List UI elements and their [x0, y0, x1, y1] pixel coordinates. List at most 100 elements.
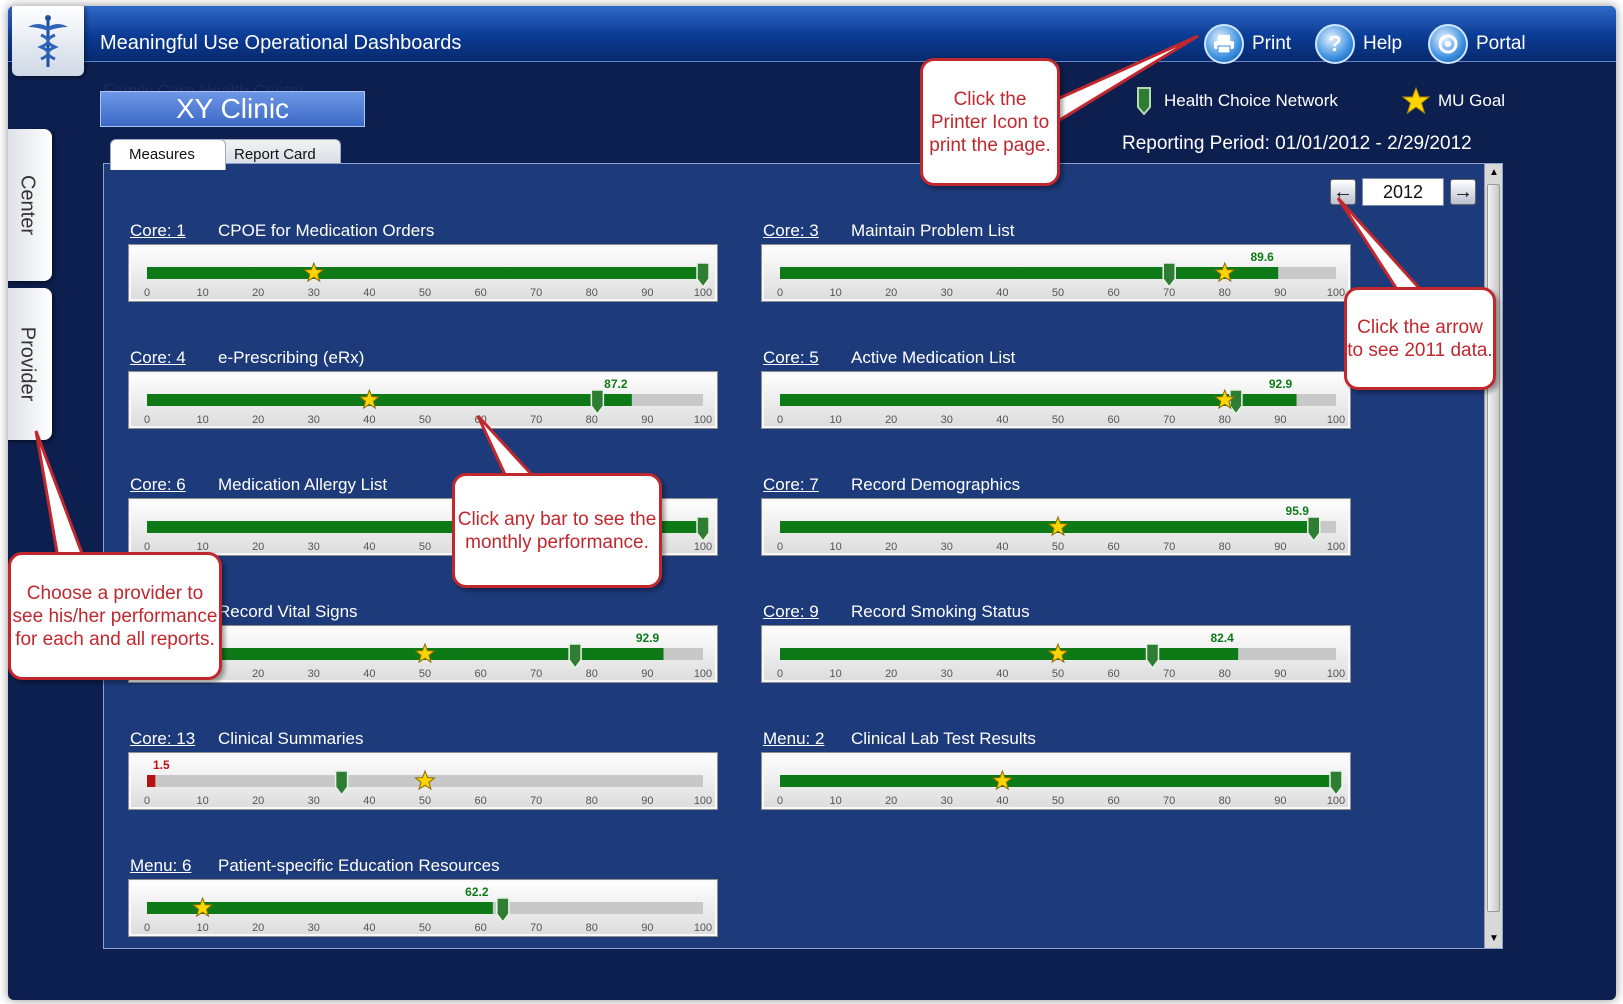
- performance-bar[interactable]: [780, 521, 1314, 533]
- year-field[interactable]: 2012: [1362, 178, 1444, 206]
- axis-tick-label: 20: [252, 287, 264, 299]
- prev-year-arrow-icon[interactable]: ←: [1330, 179, 1356, 205]
- measure-code-link[interactable]: Core: 1: [130, 221, 218, 241]
- measure-gauge[interactable]: 0 10 20 30 40 50 60 70 80 90 100 87.2: [128, 371, 718, 429]
- help-label[interactable]: Help: [1363, 33, 1402, 55]
- print-button[interactable]: Print: [1204, 24, 1291, 64]
- axis-tick-label: 40: [996, 795, 1008, 807]
- axis-tick-label: 40: [996, 668, 1008, 680]
- performance-bar[interactable]: [780, 648, 1239, 660]
- portal-button[interactable]: Portal: [1428, 24, 1526, 64]
- axis-tick-label: 60: [1107, 541, 1119, 553]
- vertical-scrollbar[interactable]: ▲ ▼: [1484, 164, 1502, 948]
- star-icon: [1402, 87, 1430, 115]
- callout-arrow: Click the arrow to see 2011 data.: [1344, 287, 1496, 390]
- measure-code-link[interactable]: Core: 4: [130, 348, 218, 368]
- gauge-chart[interactable]: 0 10 20 30 40 50 60 70 80 90 100: [129, 245, 719, 303]
- axis-tick-label: 30: [308, 922, 320, 934]
- axis-tick-label: 40: [996, 287, 1008, 299]
- measure-gauge[interactable]: 0 10 20 30 40 50 60 70 80 90 100 92.9: [761, 371, 1351, 429]
- axis-tick-label: 0: [777, 287, 783, 299]
- gauge-chart[interactable]: 0 10 20 30 40 50 60 70 80 90 100 89.6: [762, 245, 1352, 303]
- next-year-arrow-icon[interactable]: →: [1450, 179, 1476, 205]
- gauge-chart[interactable]: 0 10 20 30 40 50 60 70 80 90 100 95.9: [762, 499, 1352, 557]
- measure-header: Core: 5 Active Medication List: [763, 348, 1015, 368]
- measure-code-link[interactable]: Core: 13: [130, 729, 218, 749]
- gauge-chart[interactable]: 0 10 20 30 40 50 60 70 80 90 100: [762, 753, 1352, 811]
- measure-code-link[interactable]: Core: 7: [763, 475, 851, 495]
- gauge-chart[interactable]: 0 10 20 30 40 50 60 70 80 90 100 87.2: [129, 372, 719, 430]
- legend-network-label: Health Choice Network: [1164, 91, 1338, 110]
- performance-bar[interactable]: [147, 394, 632, 406]
- print-label[interactable]: Print: [1252, 33, 1291, 55]
- value-label: 62.2: [465, 885, 489, 899]
- measure-code-link[interactable]: Menu: 2: [763, 729, 851, 749]
- axis-tick-label: 90: [641, 795, 653, 807]
- measure-name: Record Vital Signs: [218, 602, 358, 621]
- axis-tick-label: 70: [530, 795, 542, 807]
- axis-tick-label: 100: [694, 795, 712, 807]
- axis-tick-label: 40: [363, 287, 375, 299]
- side-tab-center[interactable]: Center: [8, 129, 52, 281]
- measure-name: Clinical Lab Test Results: [851, 729, 1036, 748]
- axis-tick-label: 100: [1327, 668, 1345, 680]
- measure-gauge[interactable]: 0 10 20 30 40 50 60 70 80 90 100 95.9: [761, 498, 1351, 556]
- help-icon[interactable]: ?: [1315, 24, 1355, 64]
- network-marker-icon: [1307, 516, 1321, 543]
- gauge-chart[interactable]: 0 10 20 30 40 50 60 70 80 90 100 1.5: [129, 753, 719, 811]
- axis-tick-label: 10: [196, 922, 208, 934]
- performance-bar[interactable]: [147, 267, 703, 279]
- measure-card: Core: 5 Active Medication List 0 10 20 30 40 50…: [761, 348, 1351, 458]
- printer-icon[interactable]: [1204, 24, 1244, 64]
- measure-gauge[interactable]: 0 10 20 30 40 50 60 70 80 90 100 82.4: [761, 625, 1351, 683]
- axis-tick-label: 0: [144, 795, 150, 807]
- portal-icon[interactable]: [1428, 24, 1468, 64]
- axis-tick-label: 30: [308, 287, 320, 299]
- axis-tick-label: 30: [941, 414, 953, 426]
- title-bar: Meaningful Use Operational Dashboards Pr…: [8, 6, 1616, 64]
- help-button[interactable]: ? Help: [1315, 24, 1402, 64]
- measure-name: Medication Allergy List: [218, 475, 388, 494]
- axis-tick-label: 80: [1219, 287, 1231, 299]
- measure-header: Core: 6 Medication Allergy List: [130, 475, 387, 495]
- measure-gauge[interactable]: 0 10 20 30 40 50 60 70 80 90 100 62.2: [128, 879, 718, 937]
- axis-tick-label: 50: [419, 287, 431, 299]
- scroll-up-icon[interactable]: ▲: [1485, 164, 1503, 182]
- side-tab-provider-label[interactable]: Provider: [16, 327, 39, 401]
- performance-bar[interactable]: [780, 775, 1336, 787]
- measure-gauge[interactable]: 0 10 20 30 40 50 60 70 80 90 100: [761, 752, 1351, 810]
- gauge-chart[interactable]: 0 10 20 30 40 50 60 70 80 90 100 92.9: [762, 372, 1352, 430]
- axis-tick-label: 10: [196, 287, 208, 299]
- axis-tick-label: 30: [308, 414, 320, 426]
- gauge-chart[interactable]: 0 10 20 30 40 50 60 70 80 90 100 82.4: [762, 626, 1352, 684]
- measure-code-link[interactable]: Menu: 6: [130, 856, 218, 876]
- axis-tick-label: 10: [829, 414, 841, 426]
- measure-card: Core: 7 Record Demographics 0 10 20 30 40 50 60 7…: [761, 475, 1351, 585]
- axis-tick-label: 40: [363, 414, 375, 426]
- side-tab-center-label[interactable]: Center: [16, 175, 39, 235]
- axis-tick-label: 20: [885, 287, 897, 299]
- measure-code-link[interactable]: Core: 3: [763, 221, 851, 241]
- performance-bar[interactable]: [147, 648, 664, 660]
- side-tab-provider[interactable]: Provider: [8, 288, 52, 440]
- tab-measures[interactable]: Measures: [110, 139, 226, 170]
- measure-gauge[interactable]: 0 10 20 30 40 50 60 70 80 90 100 1.5: [128, 752, 718, 810]
- scroll-down-icon[interactable]: ▼: [1485, 930, 1503, 948]
- axis-tick-label: 50: [1052, 414, 1064, 426]
- portal-label[interactable]: Portal: [1476, 33, 1526, 55]
- axis-tick-label: 60: [1107, 795, 1119, 807]
- measure-code-link[interactable]: Core: 9: [763, 602, 851, 622]
- legend-goal-label: MU Goal: [1438, 91, 1506, 110]
- network-marker-icon: [696, 516, 710, 543]
- value-label: 92.9: [636, 631, 660, 645]
- app-window: Meaningful Use Operational Dashboards Pr…: [8, 6, 1616, 1000]
- axis-tick-label: 50: [1052, 541, 1064, 553]
- measure-gauge[interactable]: 0 10 20 30 40 50 60 70 80 90 100 89.6: [761, 244, 1351, 302]
- performance-bar[interactable]: [780, 267, 1279, 279]
- gauge-chart[interactable]: 0 10 20 30 40 50 60 70 80 90 100 62.2: [129, 880, 719, 938]
- measure-gauge[interactable]: 0 10 20 30 40 50 60 70 80 90 100: [128, 244, 718, 302]
- measure-code-link[interactable]: Core: 6: [130, 475, 218, 495]
- performance-bar[interactable]: [147, 775, 156, 787]
- measure-code-link[interactable]: Core: 5: [763, 348, 851, 368]
- axis-tick-label: 20: [252, 541, 264, 553]
